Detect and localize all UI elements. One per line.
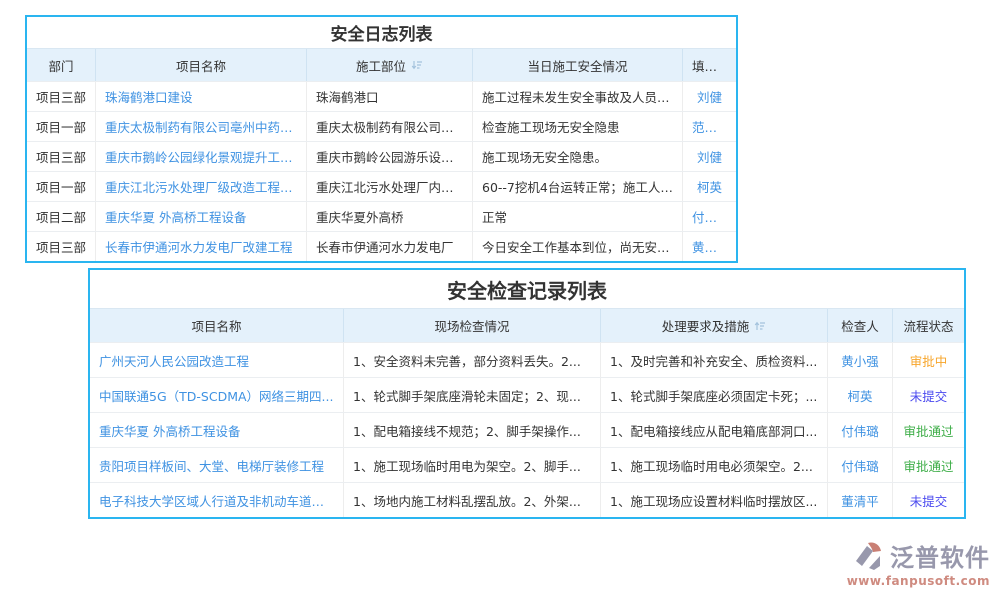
table-row: 中国联通5G（TD-SCDMA）网络三期四... 1、轮式脚手架底座滑轮未固定；… [90, 377, 964, 412]
status-badge: 审批中 [892, 343, 964, 377]
project-link-cell[interactable]: 重庆太极制药有限公司亳州中药材仓... [95, 112, 306, 141]
situation-cell: 60--7挖机4台运转正常；施工人员无违... [472, 172, 682, 201]
table-row: 项目一部 重庆江北污水处理厂级改造工程-道路... 重庆江北污水处理厂内部道路 … [27, 171, 736, 201]
status-badge: 审批通过 [892, 448, 964, 482]
inspection-cell: 1、轮式脚手架底座滑轮未固定；2、现... [343, 378, 600, 412]
writer-cell[interactable]: 范思哲 [682, 112, 736, 141]
status-badge: 未提交 [892, 483, 964, 517]
table-row: 电子科技大学区域人行道及非机动车道工... 1、场地内施工材料乱摆乱放。2、外架… [90, 482, 964, 517]
project-link-cell[interactable]: 珠海鹤港口建设 [95, 82, 306, 111]
dept-cell: 项目一部 [27, 112, 95, 141]
table-row: 项目一部 重庆太极制药有限公司亳州中药材仓... 重庆太极制药有限公司亳州...… [27, 111, 736, 141]
table-row: 项目三部 珠海鹤港口建设 珠海鹤港口 施工过程未发生安全事故及人员受伤情况 刘健 [27, 81, 736, 111]
status-badge: 审批通过 [892, 413, 964, 447]
column-header-inspection: 现场检查情况 [343, 309, 600, 342]
inspection-cell: 1、配电箱接线不规范；2、脚手架操作... [343, 413, 600, 447]
project-link-cell[interactable]: 中国联通5G（TD-SCDMA）网络三期四... [90, 378, 343, 412]
project-link-cell[interactable]: 重庆市鹅岭公园绿化景观提升工程施工 [95, 142, 306, 171]
project-link-cell[interactable]: 广州天河人民公园改造工程 [90, 343, 343, 377]
situation-cell: 检查施工现场无安全隐患 [472, 112, 682, 141]
column-header-inspector: 检查人 [827, 309, 892, 342]
dept-cell: 项目三部 [27, 232, 95, 261]
column-header-project: 项目名称 [90, 309, 343, 342]
project-link-cell[interactable]: 重庆江北污水处理厂级改造工程-道路... [95, 172, 306, 201]
inspector-cell[interactable]: 董清平 [827, 483, 892, 517]
inspection-cell: 1、安全资料未完善，部分资料丢失。2... [343, 343, 600, 377]
safety-check-table-title: 安全检查记录列表 [90, 270, 964, 308]
writer-cell[interactable]: 刘健 [682, 142, 736, 171]
writer-cell[interactable]: 刘健 [682, 82, 736, 111]
table-row: 重庆华夏 外高桥工程设备 1、配电箱接线不规范；2、脚手架操作... 1、配电箱… [90, 412, 964, 447]
fanpu-logo-icon [852, 540, 886, 572]
table-row: 项目三部 重庆市鹅岭公园绿化景观提升工程施工 重庆市鹅岭公园游乐设施处 施工现场… [27, 141, 736, 171]
inspection-cell: 1、施工现场临时用电为架空。2、脚手... [343, 448, 600, 482]
project-link-cell[interactable]: 长春市伊通河水力发电厂改建工程 [95, 232, 306, 261]
safety-log-header-row: 部门 项目名称 施工部位 当日施工安全情况 填写人 [27, 48, 736, 81]
dept-cell: 项目三部 [27, 82, 95, 111]
situation-cell: 施工过程未发生安全事故及人员受伤情况 [472, 82, 682, 111]
inspector-cell[interactable]: 黄小强 [827, 343, 892, 377]
status-badge: 未提交 [892, 378, 964, 412]
dept-cell: 项目一部 [27, 172, 95, 201]
project-link-cell[interactable]: 重庆华夏 外高桥工程设备 [90, 413, 343, 447]
location-cell: 重庆华夏外高桥 [306, 202, 472, 231]
project-link-cell[interactable]: 电子科技大学区域人行道及非机动车道工... [90, 483, 343, 517]
inspector-cell[interactable]: 柯英 [827, 378, 892, 412]
writer-cell[interactable]: 柯英 [682, 172, 736, 201]
situation-cell: 正常 [472, 202, 682, 231]
column-header-writer: 填写人 [682, 49, 736, 81]
measures-cell: 1、轮式脚手架底座必须固定卡死；... [600, 378, 827, 412]
safety-check-table: 安全检查记录列表 项目名称 现场检查情况 处理要求及措施 检查人 流程状态 广州… [88, 268, 966, 519]
situation-cell: 施工现场无安全隐患。 [472, 142, 682, 171]
table-row: 项目三部 长春市伊通河水力发电厂改建工程 长春市伊通河水力发电厂 今日安全工作基… [27, 231, 736, 261]
dept-cell: 项目三部 [27, 142, 95, 171]
safety-check-header-row: 项目名称 现场检查情况 处理要求及措施 检查人 流程状态 [90, 308, 964, 342]
location-cell: 重庆江北污水处理厂内部道路 [306, 172, 472, 201]
project-link-cell[interactable]: 贵阳项目样板间、大堂、电梯厅装修工程 [90, 448, 343, 482]
column-header-situation: 当日施工安全情况 [472, 49, 682, 81]
dept-cell: 项目二部 [27, 202, 95, 231]
inspector-cell[interactable]: 付伟璐 [827, 413, 892, 447]
column-header-project: 项目名称 [95, 49, 306, 81]
safety-log-table: 安全日志列表 部门 项目名称 施工部位 当日施工安全情况 填写人 项目三部 珠海… [25, 15, 738, 263]
table-row: 项目二部 重庆华夏 外高桥工程设备 重庆华夏外高桥 正常 付伟璐 [27, 201, 736, 231]
fanpu-logo: 泛普软件 www.fanpusoft.com [840, 538, 990, 588]
measures-cell: 1、及时完善和补充安全、质检资料... [600, 343, 827, 377]
column-header-measures[interactable]: 处理要求及措施 [600, 309, 827, 342]
inspection-cell: 1、场地内施工材料乱摆乱放。2、外架... [343, 483, 600, 517]
writer-cell[interactable]: 付伟璐 [682, 202, 736, 231]
fanpu-logo-text: 泛普软件 [890, 538, 990, 573]
fanpu-logo-url: www.fanpusoft.com [847, 574, 990, 588]
inspector-cell[interactable]: 付伟璐 [827, 448, 892, 482]
situation-cell: 今日安全工作基本到位，尚无安全隐患... [472, 232, 682, 261]
column-header-location[interactable]: 施工部位 [306, 49, 472, 81]
table-row: 贵阳项目样板间、大堂、电梯厅装修工程 1、施工现场临时用电为架空。2、脚手...… [90, 447, 964, 482]
location-cell: 长春市伊通河水力发电厂 [306, 232, 472, 261]
writer-cell[interactable]: 黄小强 [682, 232, 736, 261]
column-header-dept: 部门 [27, 49, 95, 81]
table-row: 广州天河人民公园改造工程 1、安全资料未完善，部分资料丢失。2... 1、及时完… [90, 342, 964, 377]
column-header-status: 流程状态 [892, 309, 964, 342]
project-link-cell[interactable]: 重庆华夏 外高桥工程设备 [95, 202, 306, 231]
sort-icon[interactable] [754, 320, 766, 332]
safety-log-table-title: 安全日志列表 [27, 17, 736, 48]
sort-icon[interactable] [411, 59, 423, 71]
measures-cell: 1、施工现场临时用电必须架空。2... [600, 448, 827, 482]
measures-cell: 1、施工现场应设置材料临时摆放区... [600, 483, 827, 517]
location-cell: 珠海鹤港口 [306, 82, 472, 111]
measures-cell: 1、配电箱接线应从配电箱底部洞口... [600, 413, 827, 447]
location-cell: 重庆市鹅岭公园游乐设施处 [306, 142, 472, 171]
location-cell: 重庆太极制药有限公司亳州... [306, 112, 472, 141]
